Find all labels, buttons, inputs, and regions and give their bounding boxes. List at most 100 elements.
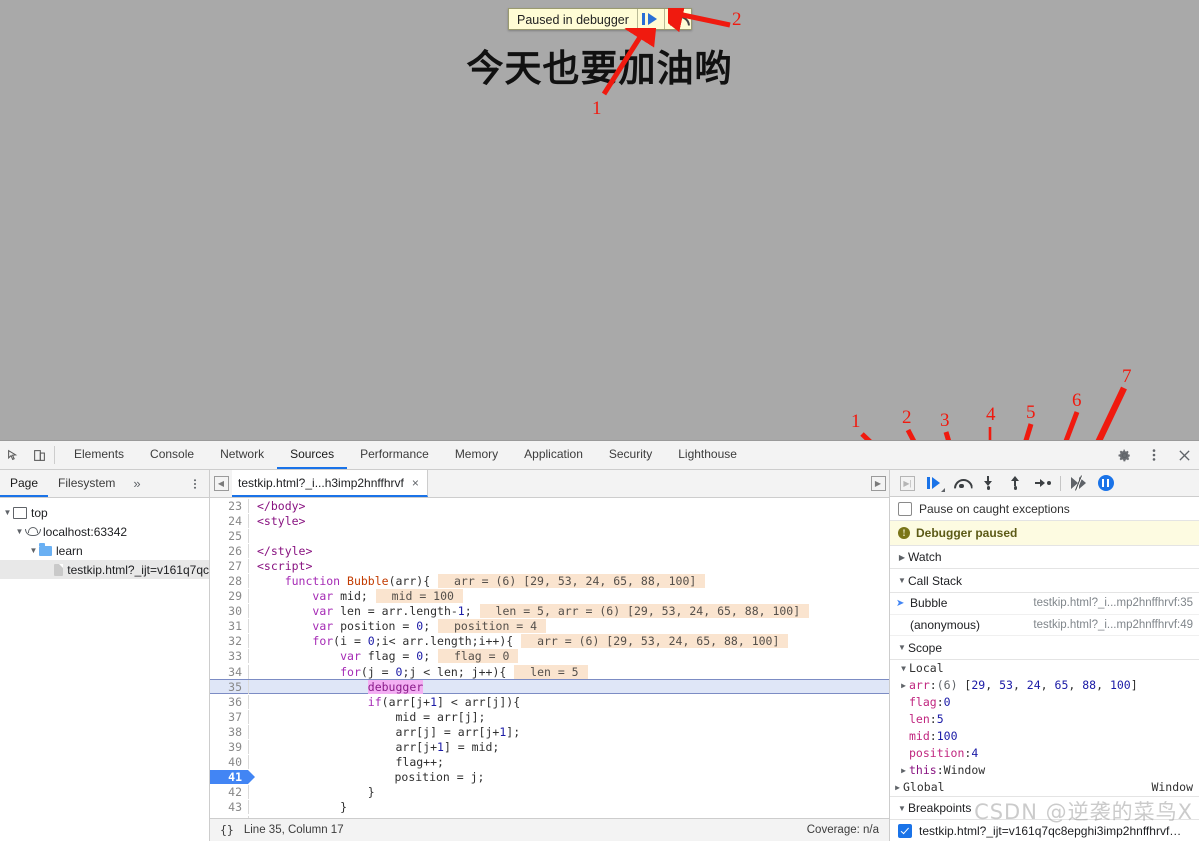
tab-application[interactable]: Application	[511, 441, 596, 469]
disclosure-triangle-icon[interactable]: ▼	[14, 527, 25, 536]
code-line-32[interactable]: 32 for(i = 0;i< arr.length;i++){ arr = (…	[210, 634, 889, 649]
disclosure-triangle-icon[interactable]: ▼	[896, 643, 908, 652]
settings-gear-icon[interactable]	[1109, 441, 1139, 469]
tree-item-learn[interactable]: ▼ learn	[0, 541, 209, 560]
more-options-icon[interactable]	[1139, 441, 1169, 469]
line-number[interactable]: 28	[210, 574, 249, 589]
disclosure-triangle-icon[interactable]: ▶	[892, 783, 903, 792]
line-number[interactable]: 43	[210, 800, 249, 815]
code-line-39[interactable]: 39 arr[j+1] = mid;	[210, 740, 889, 755]
scope-global-row[interactable]: ▶ Global Window	[890, 779, 1199, 796]
scope-variable-mid[interactable]: mid: 100	[890, 728, 1199, 745]
disclosure-triangle-icon[interactable]: ▼	[896, 804, 908, 813]
disclosure-triangle-icon[interactable]: ▼	[28, 546, 39, 555]
code-line-23[interactable]: 23 </body>	[210, 498, 889, 513]
navigator-more-options-icon[interactable]	[181, 470, 209, 497]
code-line-40[interactable]: 40 flag++;	[210, 755, 889, 770]
pause-on-caught-exceptions-row[interactable]: Pause on caught exceptions	[890, 497, 1199, 522]
device-toolbar-icon[interactable]	[26, 441, 52, 469]
disclosure-triangle-icon[interactable]: ▶	[898, 681, 909, 690]
breakpoint-checkbox[interactable]	[898, 823, 912, 838]
line-number[interactable]: 26	[210, 543, 249, 558]
code-line-41[interactable]: 41 position = j;	[210, 770, 889, 785]
expand-sidebar-button[interactable]: ▶	[867, 470, 889, 497]
line-number[interactable]: 40	[210, 755, 249, 770]
tab-memory[interactable]: Memory	[442, 441, 511, 469]
line-number[interactable]: 41	[210, 770, 255, 785]
call-stack-frame-bubble[interactable]: ➤ Bubble testkip.html?_i...mp2hnffhrvf:3…	[890, 593, 1199, 615]
step-out-of-current-function-button[interactable]	[1002, 470, 1029, 496]
step-over-next-function-call-button[interactable]	[948, 470, 975, 496]
nav-tab-filesystem[interactable]: Filesystem	[48, 470, 125, 497]
code-line-35[interactable]: 35 debugger	[210, 679, 889, 695]
line-number[interactable]: 30	[210, 604, 249, 619]
code-line-28[interactable]: 28 function Bubble(arr){ arr = (6) [29, …	[210, 573, 889, 589]
code-line-27[interactable]: 27 <script>	[210, 558, 889, 573]
code-line-43[interactable]: 43 }	[210, 800, 889, 815]
line-number[interactable]: 42	[210, 785, 249, 800]
scope-variable-flag[interactable]: flag: 0	[890, 694, 1199, 711]
line-number[interactable]: 24	[210, 513, 249, 528]
tab-console[interactable]: Console	[137, 441, 207, 469]
code-line-33[interactable]: 33 var flag = 0; flag = 0	[210, 649, 889, 664]
disclosure-triangle-icon[interactable]: ▶	[898, 766, 909, 775]
tab-elements[interactable]: Elements	[61, 441, 137, 469]
collapse-sidebar-button[interactable]: ◀	[210, 470, 232, 497]
overlay-step-over-button[interactable]	[663, 9, 691, 29]
line-number[interactable]: 33	[210, 649, 249, 664]
scope-variable-arr[interactable]: ▶ arr: (6) [29, 53, 24, 65, 88, 100]	[890, 677, 1199, 694]
nav-tab-page[interactable]: Page	[0, 470, 49, 497]
watch-section-header[interactable]: ▶ Watch	[890, 545, 1199, 570]
disclosure-triangle-icon[interactable]: ▼	[896, 576, 908, 585]
line-number[interactable]: 34	[210, 664, 249, 679]
line-number[interactable]: 25	[210, 528, 249, 543]
disclosure-triangle-icon[interactable]: ▼	[2, 508, 13, 517]
code-line-42[interactable]: 42 }	[210, 785, 889, 800]
code-line-37[interactable]: 37 mid = arr[j];	[210, 709, 889, 724]
overlay-resume-button[interactable]	[636, 9, 664, 29]
navigator-overflow-icon[interactable]: »	[125, 470, 148, 497]
line-number[interactable]: 31	[210, 619, 249, 634]
line-number[interactable]: 37	[210, 709, 249, 724]
tab-performance[interactable]: Performance	[347, 441, 442, 469]
code-line-30[interactable]: 30 var len = arr.length-1; len = 5, arr …	[210, 604, 889, 619]
line-number[interactable]: 29	[210, 589, 249, 604]
line-number[interactable]: 23	[210, 498, 249, 513]
disclosure-triangle-icon[interactable]: ▶	[896, 553, 908, 562]
scope-section-header[interactable]: ▼ Scope	[890, 636, 1199, 660]
code-line-26[interactable]: 26 </style>	[210, 543, 889, 558]
tree-item-localhost[interactable]: ▼ localhost:63342	[0, 522, 209, 541]
code-line-36[interactable]: 36 if(arr[j+1] < arr[j]){	[210, 694, 889, 709]
code-editor[interactable]: 23 </body> 24 <style> 25 26 </style> 27 <script>…	[210, 498, 889, 818]
tab-network[interactable]: Network	[207, 441, 277, 469]
code-line-44[interactable]: 44 len = j;	[210, 815, 889, 818]
close-icon[interactable]: ×	[412, 476, 419, 490]
pause-on-exceptions-button[interactable]	[1092, 470, 1119, 496]
scope-variable-this[interactable]: ▶ this: Window	[890, 762, 1199, 779]
code-line-34[interactable]: 34 for(j = 0;j < len; j++){ len = 5	[210, 664, 889, 679]
line-number[interactable]: 44	[210, 815, 249, 818]
code-line-25[interactable]: 25	[210, 528, 889, 543]
pause-on-caught-exceptions-checkbox[interactable]	[898, 501, 912, 516]
deactivate-breakpoints-button[interactable]	[1065, 470, 1092, 496]
step-into-next-function-call-button[interactable]	[975, 470, 1002, 496]
code-line-38[interactable]: 38 arr[j] = arr[j+1];	[210, 724, 889, 739]
line-number[interactable]: 39	[210, 740, 249, 755]
line-number[interactable]: 38	[210, 724, 249, 739]
editor-tab-testkip-html[interactable]: testkip.html?_i...h3imp2hnffhrvf ×	[232, 470, 428, 497]
code-line-29[interactable]: 29 var mid; mid = 100	[210, 589, 889, 604]
resume-script-execution-button[interactable]	[921, 470, 948, 496]
tab-lighthouse[interactable]: Lighthouse	[665, 441, 750, 469]
tree-item-testkip-html[interactable]: testkip.html?_ijt=v161q7qc	[0, 560, 209, 579]
step-button[interactable]	[1029, 470, 1056, 496]
breakpoints-section-header[interactable]: ▼ Breakpoints	[890, 795, 1199, 821]
inspect-element-icon[interactable]	[0, 441, 26, 469]
pretty-print-icon[interactable]: {}	[220, 823, 234, 837]
scope-variable-position[interactable]: position: 4	[890, 745, 1199, 762]
code-line-24[interactable]: 24 <style>	[210, 513, 889, 528]
close-icon[interactable]	[1169, 441, 1199, 469]
line-number[interactable]: 36	[210, 694, 249, 709]
disclosure-triangle-icon[interactable]: ▼	[898, 664, 909, 673]
line-number[interactable]: 27	[210, 558, 249, 573]
breakpoint-list-item[interactable]: testkip.html?_ijt=v161q7qc8epghi3imp2hnf…	[890, 820, 1199, 841]
